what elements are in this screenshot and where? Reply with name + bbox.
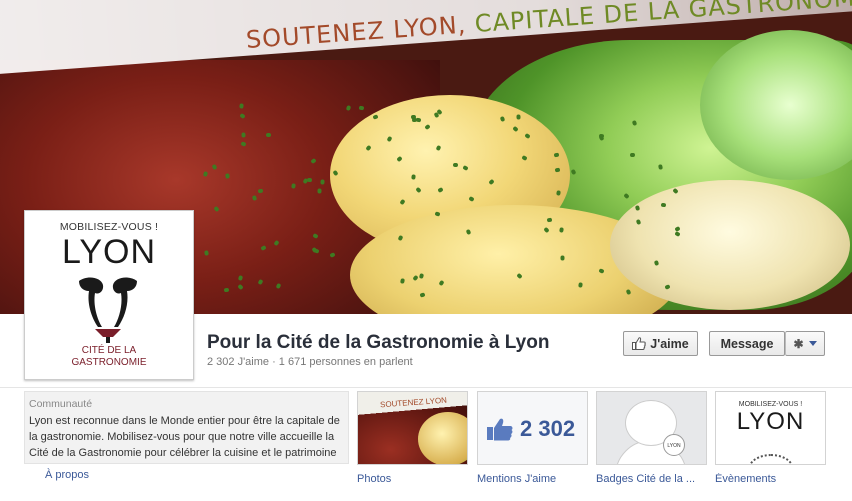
lion-logo-icon: [79, 277, 137, 343]
profile-cite-line2: GASTRONOMIE: [71, 357, 147, 368]
herb-speck: [558, 227, 564, 233]
profile-picture[interactable]: MOBILISEZ-VOUS ! LYON CITÉ DE LA GASTRON…: [24, 210, 194, 380]
events-mobilisez-text: MOBILISEZ-VOUS !: [738, 401, 803, 408]
events-lyon-text: LYON: [736, 408, 805, 435]
herb-speck: [223, 287, 230, 293]
herb-speck: [317, 188, 322, 194]
chevron-down-icon: [808, 341, 817, 346]
tab-photos[interactable]: SOUTENEZ LYON Photos: [357, 391, 468, 485]
page-category: Communauté: [29, 398, 93, 410]
message-button-label: Message: [720, 336, 774, 351]
page-title[interactable]: Pour la Cité de la Gastronomie à Lyon: [207, 332, 549, 354]
profile-lyon-text: LYON: [61, 233, 157, 271]
herb-speck: [241, 132, 246, 138]
herb-speck: [265, 132, 271, 137]
tab-likes-label[interactable]: Mentions J'aime: [477, 473, 588, 485]
herb-speck: [516, 114, 521, 120]
thumbs-up-icon: [487, 418, 513, 441]
herb-speck: [290, 183, 296, 189]
likes-count-value: 2 302: [520, 416, 576, 441]
herb-speck: [358, 105, 364, 110]
about-box: Communauté Lyon est reconnue dans le Mon…: [24, 391, 349, 464]
tab-photos-label[interactable]: Photos: [357, 473, 468, 485]
lyon-badge-icon: LYON: [663, 434, 685, 456]
tab-badges[interactable]: LYON Badges Cité de la ...: [596, 391, 707, 485]
likes-thumbnail[interactable]: 2 302: [477, 391, 588, 465]
profile-cite-text: CITÉ DE LA GASTRONOMIE: [29, 345, 189, 369]
profile-cite-line1: CITÉ DE LA: [81, 345, 137, 356]
events-thumbnail[interactable]: MOBILISEZ-VOUS ! LYON: [715, 391, 826, 465]
profile-mobilisez-text: MOBILISEZ-VOUS !: [59, 221, 159, 233]
photos-thumbnail-food: [418, 412, 467, 464]
thumbs-up-icon: [632, 337, 647, 350]
gear-icon: ✱: [793, 336, 804, 351]
tab-events-label[interactable]: Évènements: [715, 473, 826, 485]
page-stats: 2 302 J'aime · 1 671 personnes en parlen…: [207, 356, 413, 368]
message-button[interactable]: Message: [709, 331, 785, 356]
likes-count: 2 302: [486, 416, 575, 442]
herb-speck: [660, 202, 666, 208]
badges-thumbnail[interactable]: LYON: [596, 391, 707, 465]
tab-events[interactable]: MOBILISEZ-VOUS ! LYON Évènements: [715, 391, 826, 485]
photos-thumbnail[interactable]: SOUTENEZ LYON: [357, 391, 468, 465]
herb-speck: [630, 152, 636, 158]
like-button[interactable]: J'aime: [623, 331, 698, 356]
herb-speck: [635, 218, 641, 225]
like-button-label: J'aime: [650, 336, 689, 351]
about-link[interactable]: À propos: [45, 469, 89, 481]
page-description: Lyon est reconnue dans le Monde entier p…: [29, 415, 340, 459]
herb-speck: [225, 173, 230, 179]
tab-likes[interactable]: 2 302 Mentions J'aime: [477, 391, 588, 485]
tab-badges-label[interactable]: Badges Cité de la ...: [596, 473, 707, 485]
herb-speck: [257, 188, 264, 194]
herb-speck: [554, 167, 561, 173]
settings-dropdown-button[interactable]: ✱: [785, 331, 825, 356]
cover-potato-image: [610, 180, 850, 310]
